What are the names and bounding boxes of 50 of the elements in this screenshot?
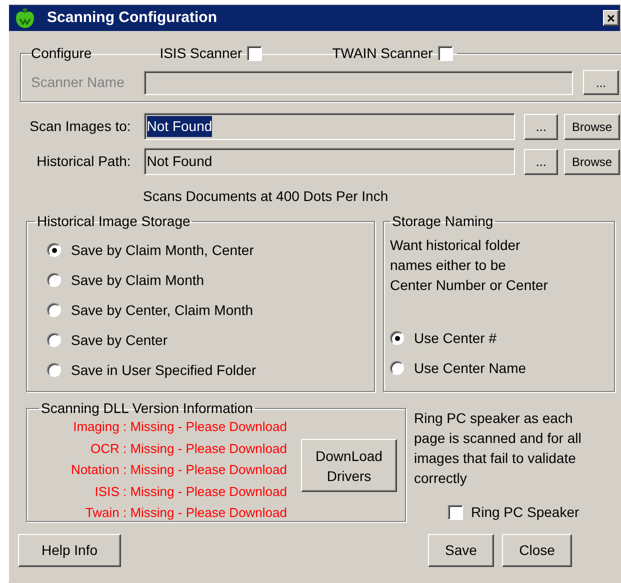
radio-button[interactable] xyxy=(47,303,61,317)
field-label: Scan Images to: xyxy=(28,117,131,136)
description-text: Ring PC speaker as each page is scanned and for all images that fail to validate correctly xyxy=(414,409,582,488)
close-button[interactable]: Close xyxy=(502,534,572,567)
status-text: Notation : Missing - Please Download xyxy=(70,461,287,479)
browse-button[interactable]: Browse xyxy=(564,148,620,174)
status-text: OCR : Missing - Please Download xyxy=(90,440,287,458)
radio-button[interactable] xyxy=(47,333,61,347)
radio-button[interactable] xyxy=(47,243,61,257)
radio-button[interactable] xyxy=(47,273,61,287)
apple-icon xyxy=(15,7,35,29)
checkbox[interactable] xyxy=(438,46,453,61)
browse-button[interactable]: Browse xyxy=(564,114,620,140)
window-title: Scanning Configuration xyxy=(47,8,218,28)
radio-label[interactable]: Save by Claim Month xyxy=(71,270,204,290)
checkbox[interactable] xyxy=(247,46,262,61)
status-text: Imaging : Missing - Please Download xyxy=(73,418,287,436)
ellipsis-button[interactable]: ... xyxy=(524,114,558,140)
group-label: Historical Image Storage xyxy=(36,212,192,231)
radio-label[interactable]: Save by Center, Claim Month xyxy=(71,300,254,320)
group-label: Configure xyxy=(31,44,92,63)
field-value: Not Found xyxy=(146,116,212,137)
radio-label[interactable]: Save in User Specified Folder xyxy=(71,360,256,380)
close-button[interactable]: × xyxy=(603,10,619,26)
path-field[interactable]: Not Found xyxy=(144,148,516,175)
resolution-note: Scans Documents at 400 Dots Per Inch xyxy=(143,187,388,206)
radio-label[interactable]: Save by Claim Month, Center xyxy=(71,240,254,260)
radio-button[interactable] xyxy=(47,363,61,377)
status-text: Twain : Missing - Please Download xyxy=(85,504,287,522)
checkbox-label[interactable]: ISIS Scanner xyxy=(160,43,242,64)
path-field[interactable]: Not Found xyxy=(144,113,516,140)
checkbox-label[interactable]: Ring PC Speaker xyxy=(471,502,580,523)
checkbox-label[interactable]: TWAIN Scanner xyxy=(332,43,433,64)
ellipsis-button[interactable]: ... xyxy=(524,148,558,174)
description-text: Want historical folder names either to be Center Number or Center xyxy=(390,236,549,295)
field-value: Not Found xyxy=(146,152,212,171)
group-label: Scanning DLL Version Information xyxy=(40,399,254,418)
field-label: Scanner Name xyxy=(31,73,126,92)
help-button[interactable]: Help Info xyxy=(18,534,121,567)
field-label: Historical Path: xyxy=(36,152,131,171)
checkbox[interactable] xyxy=(448,505,463,520)
group-label: Storage Naming xyxy=(391,212,494,231)
radio-button[interactable] xyxy=(390,361,404,375)
radio-label[interactable]: Save by Center xyxy=(71,330,168,350)
save-button[interactable]: Save xyxy=(428,534,494,567)
radio-label[interactable]: Use Center # xyxy=(414,328,496,348)
download-drivers-button[interactable]: DownLoad Drivers xyxy=(301,439,397,492)
radio-button[interactable] xyxy=(390,331,404,345)
radio-label[interactable]: Use Center Name xyxy=(414,358,526,378)
status-text: ISIS : Missing - Please Download xyxy=(94,482,287,501)
